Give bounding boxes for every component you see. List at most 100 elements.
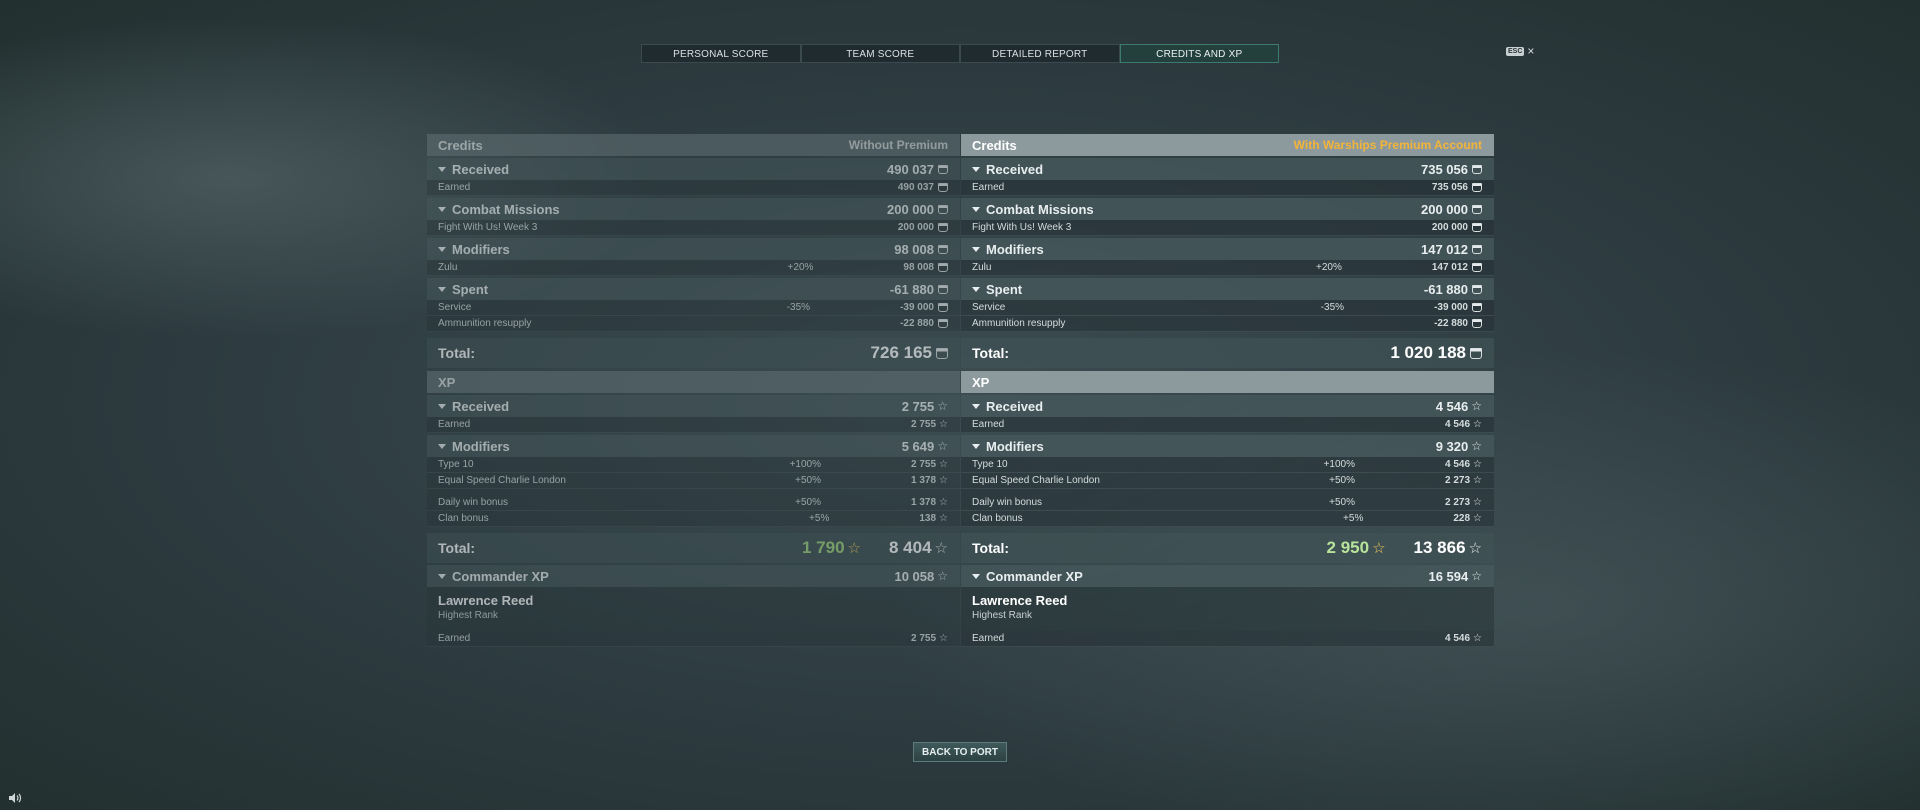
- xp-star-icon: ☆: [1473, 633, 1482, 644]
- collapse-arrow-icon: [972, 166, 980, 172]
- with-premium-panel: Credits With Warships Premium Account Re…: [961, 134, 1494, 682]
- credits-total-value: 726 165: [871, 343, 948, 363]
- xp-total-row: Total: 1 790 ☆ 8 404 ☆: [427, 533, 960, 563]
- credits-coin-icon: [938, 244, 948, 254]
- spent-section[interactable]: Spent -61 880: [427, 278, 960, 300]
- xp-total-row: Total: 2 950 ☆ 13 866 ☆: [961, 533, 1494, 563]
- speaker-icon[interactable]: [8, 792, 22, 804]
- modifiers-label: Modifiers: [452, 241, 510, 257]
- xp-received-label: Received: [986, 398, 1044, 414]
- collapse-arrow-icon: [438, 206, 446, 212]
- credits-coin-icon: [1472, 204, 1482, 214]
- service-percent: -35%: [1320, 302, 1345, 313]
- tab-personal-score[interactable]: PERSONAL SCORE: [641, 44, 801, 63]
- xp-star-icon: ☆: [1471, 439, 1482, 453]
- xp-star-icon: ☆: [1471, 399, 1482, 413]
- xp-modifiers-label: Modifiers: [986, 438, 1044, 454]
- ammo-row: Ammunition resupply -22 880: [427, 316, 960, 332]
- collapse-arrow-icon: [438, 246, 446, 252]
- xp-modifier-row: Clan bonus +5% 228 ☆: [961, 511, 1494, 527]
- xp-total-label: Total:: [438, 540, 476, 556]
- xp-earned-row: Earned 4 546 ☆: [961, 417, 1494, 433]
- xp-received-label: Received: [452, 398, 510, 414]
- xp-modifier-value: 228 ☆: [1453, 513, 1482, 524]
- free-xp-star-icon: ☆: [1372, 540, 1386, 557]
- commander-earned-value: 2 755 ☆: [911, 633, 948, 644]
- received-label: Received: [452, 161, 510, 177]
- combat-missions-section[interactable]: Combat Missions 200 000: [961, 198, 1494, 220]
- xp-modifier-value: 2 273 ☆: [1445, 475, 1482, 486]
- xp-modifiers-value: 9 320 ☆: [1435, 438, 1482, 454]
- received-section[interactable]: Received 490 037: [427, 158, 960, 180]
- credits-coin-icon: [1472, 284, 1482, 294]
- mission-label: Fight With Us! Week 3: [972, 222, 1072, 233]
- received-value: 490 037: [887, 162, 948, 177]
- xp-modifier-percent: +100%: [1323, 459, 1355, 470]
- credits-coin-icon: [1472, 244, 1482, 254]
- xp-modifier-percent: +100%: [789, 459, 821, 470]
- commander-earned-row: Earned 4 546 ☆: [961, 631, 1494, 647]
- spent-label: Spent: [986, 281, 1023, 297]
- xp-modifier-row: Equal Speed Charlie London +50% 2 273 ☆: [961, 473, 1494, 489]
- mission-row: Fight With Us! Week 3 200 000: [961, 220, 1494, 236]
- spent-section[interactable]: Spent -61 880: [961, 278, 1494, 300]
- credits-coin-icon: [938, 223, 948, 232]
- modifiers-section[interactable]: Modifiers 147 012: [961, 238, 1494, 260]
- tab-team-score[interactable]: TEAM SCORE: [800, 44, 960, 63]
- xp-modifier-percent: +5%: [809, 513, 830, 524]
- credits-coin-icon: [938, 164, 948, 174]
- combat-missions-section[interactable]: Combat Missions 200 000: [427, 198, 960, 220]
- earned-value: 490 037: [898, 182, 948, 193]
- xp-received-value: 4 546 ☆: [1435, 398, 1482, 414]
- mission-label: Fight With Us! Week 3: [438, 222, 538, 233]
- xp-received-section[interactable]: Received 2 755 ☆: [427, 395, 960, 417]
- xp-star-icon: ☆: [939, 459, 948, 470]
- combat-missions-label: Combat Missions: [452, 201, 560, 217]
- xp-modifier-label: Equal Speed Charlie London: [972, 475, 1100, 486]
- collapse-arrow-icon: [438, 573, 446, 579]
- spent-value: -61 880: [1424, 282, 1482, 297]
- tab-credits-and-xp[interactable]: CREDITS AND XP: [1119, 44, 1279, 63]
- commander-xp-section[interactable]: Commander XP 10 058 ☆: [427, 565, 960, 587]
- xp-star-icon: ☆: [937, 439, 948, 453]
- xp-modifier-percent: +50%: [795, 497, 821, 508]
- modifiers-section[interactable]: Modifiers 98 008: [427, 238, 960, 260]
- credits-coin-icon: [938, 319, 948, 328]
- xp-received-section[interactable]: Received 4 546 ☆: [961, 395, 1494, 417]
- collapse-arrow-icon: [972, 206, 980, 212]
- tab-detailed-report[interactable]: DETAILED REPORT: [960, 44, 1120, 63]
- credits-total-row: Total: 726 165: [427, 338, 960, 368]
- close-button[interactable]: ESC ×: [1506, 45, 1534, 57]
- collapse-arrow-icon: [438, 403, 446, 409]
- collapse-arrow-icon: [972, 246, 980, 252]
- commander-xp-label: Commander XP: [986, 568, 1083, 584]
- mission-value: 200 000: [1432, 222, 1482, 233]
- commander-earned-value: 4 546 ☆: [1445, 633, 1482, 644]
- xp-modifiers-section[interactable]: Modifiers 9 320 ☆: [961, 435, 1494, 457]
- xp-header: XP: [961, 371, 1494, 393]
- xp-modifiers-section[interactable]: Modifiers 5 649 ☆: [427, 435, 960, 457]
- credits-coin-icon: [938, 263, 948, 272]
- xp-star-icon: ☆: [937, 399, 948, 413]
- free-xp-star-icon: ☆: [847, 540, 861, 557]
- received-section[interactable]: Received 735 056: [961, 158, 1494, 180]
- service-label: Service: [438, 302, 472, 313]
- collapse-arrow-icon: [972, 403, 980, 409]
- xp-star-icon: ☆: [939, 633, 948, 644]
- credits-coin-icon: [1472, 263, 1482, 272]
- xp-star-icon: ☆: [1473, 459, 1482, 470]
- xp-star-icon: ☆: [934, 540, 948, 557]
- credits-coin-icon: [1470, 347, 1482, 359]
- combat-missions-value: 200 000: [1421, 202, 1482, 217]
- credits-coin-icon: [938, 303, 948, 312]
- back-to-port-button[interactable]: BACK TO PORT: [913, 742, 1007, 762]
- xp-star-icon: ☆: [1473, 497, 1482, 508]
- modifier-row: Zulu +20% 98 008: [427, 260, 960, 276]
- modifier-value: 147 012: [1432, 262, 1482, 273]
- commander-earned-label: Earned: [972, 633, 1005, 644]
- credits-total-value: 1 020 188: [1390, 343, 1482, 363]
- service-row: Service -35% -39 000: [961, 300, 1494, 316]
- commander-xp-section[interactable]: Commander XP 16 594 ☆: [961, 565, 1494, 587]
- xp-modifier-label: Daily win bonus: [438, 497, 509, 508]
- xp-modifier-row: Type 10 +100% 2 755 ☆: [427, 457, 960, 473]
